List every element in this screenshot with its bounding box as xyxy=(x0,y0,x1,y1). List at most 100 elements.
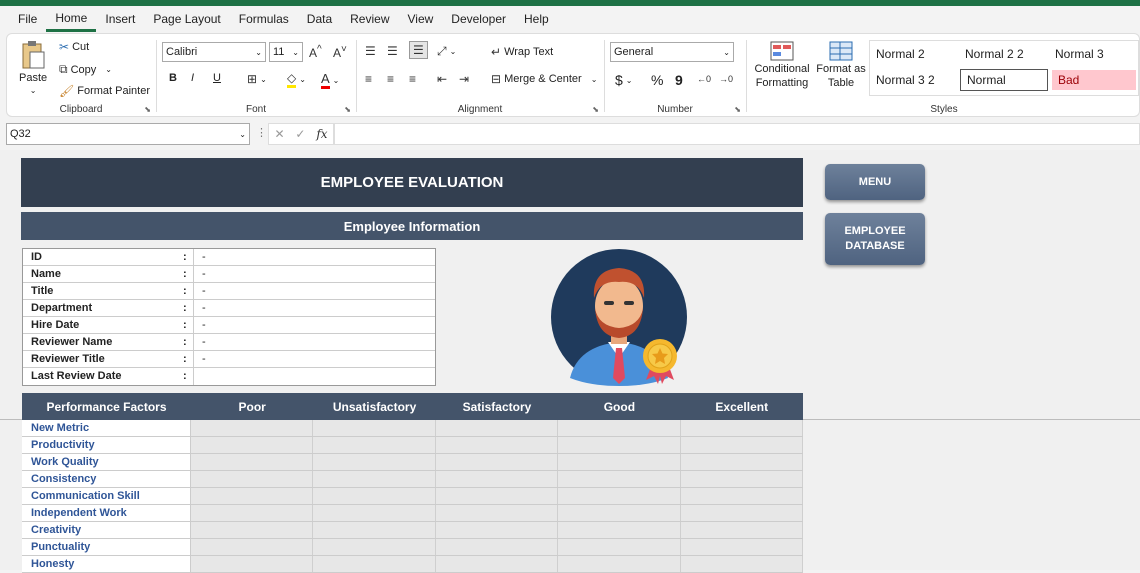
menu-review[interactable]: Review xyxy=(341,6,398,32)
font-size-select[interactable]: 11 ⌄ xyxy=(269,42,303,62)
format-as-table-button[interactable]: Format as Table xyxy=(815,40,867,90)
rating-cell[interactable] xyxy=(680,539,803,555)
rating-cell[interactable] xyxy=(313,437,436,453)
number-launcher-icon[interactable]: ⬊ xyxy=(734,105,741,114)
format-painter-button[interactable]: 🖌 Format Painter xyxy=(59,84,150,98)
increase-indent-button[interactable]: ⇥ xyxy=(459,72,469,86)
rating-cell[interactable] xyxy=(191,471,314,487)
employee-database-button[interactable]: EMPLOYEE DATABASE xyxy=(825,213,925,265)
info-value[interactable]: - xyxy=(193,283,435,299)
info-value[interactable] xyxy=(193,368,435,385)
align-center-button[interactable]: ≡ xyxy=(387,72,394,86)
function-icon[interactable]: fx xyxy=(316,127,327,141)
rating-cell[interactable] xyxy=(680,471,803,487)
info-value[interactable]: - xyxy=(193,351,435,367)
style-normal-3[interactable]: Normal 3 xyxy=(1049,43,1137,65)
menu-developer[interactable]: Developer xyxy=(442,6,515,32)
decrease-decimal-button[interactable]: →0 xyxy=(719,74,733,84)
rating-cell[interactable] xyxy=(435,488,559,504)
comma-button[interactable]: 9 xyxy=(675,72,683,88)
font-launcher-icon[interactable]: ⬊ xyxy=(344,105,351,114)
align-bottom-button[interactable]: ☰ xyxy=(409,41,428,59)
style-normal-3-2[interactable]: Normal 3 2 xyxy=(870,69,958,91)
rating-cell[interactable] xyxy=(558,420,681,436)
align-left-button[interactable]: ≡ xyxy=(365,72,372,86)
rating-cell[interactable] xyxy=(680,437,803,453)
rating-cell[interactable] xyxy=(680,488,803,504)
rating-cell[interactable] xyxy=(680,522,803,538)
rating-cell[interactable] xyxy=(558,471,681,487)
fill-color-button[interactable]: ◇ ⌄ xyxy=(287,71,306,88)
paste-button[interactable]: Paste ⌄ xyxy=(19,40,47,95)
rating-cell[interactable] xyxy=(558,437,681,453)
enter-icon[interactable]: ✓ xyxy=(295,127,305,141)
more-icon[interactable]: ⋮ xyxy=(256,126,267,139)
rating-cell[interactable] xyxy=(191,522,314,538)
rating-cell[interactable] xyxy=(558,454,681,470)
decrease-indent-button[interactable]: ⇤ xyxy=(437,72,447,86)
rating-cell[interactable] xyxy=(435,454,559,470)
rating-cell[interactable] xyxy=(558,539,681,555)
increase-decimal-button[interactable]: ←0 xyxy=(697,74,711,84)
style-normal-2-2[interactable]: Normal 2 2 xyxy=(959,43,1047,65)
orientation-button[interactable]: ⤢ ⌄ xyxy=(437,44,456,59)
style-normal-2[interactable]: Normal 2 xyxy=(870,43,958,65)
underline-button[interactable]: U xyxy=(213,72,221,84)
style-normal[interactable]: Normal xyxy=(960,69,1048,91)
menu-home[interactable]: Home xyxy=(46,6,97,32)
number-format-select[interactable]: General ⌄ xyxy=(610,42,734,62)
rating-cell[interactable] xyxy=(313,522,436,538)
rating-cell[interactable] xyxy=(313,420,436,436)
borders-button[interactable]: ⊞ ⌄ xyxy=(247,72,267,86)
rating-cell[interactable] xyxy=(435,505,559,521)
rating-cell[interactable] xyxy=(313,454,436,470)
info-value[interactable]: - xyxy=(193,300,435,316)
cut-button[interactable]: ✂ Cut xyxy=(59,40,89,54)
formula-input[interactable] xyxy=(334,123,1140,145)
rating-cell[interactable] xyxy=(191,505,314,521)
menu-view[interactable]: View xyxy=(399,6,443,32)
rating-cell[interactable] xyxy=(558,488,681,504)
merge-center-button[interactable]: ⊟ Merge & Center ⌄ xyxy=(491,72,597,86)
rating-cell[interactable] xyxy=(435,522,559,538)
menu-button[interactable]: MENU xyxy=(825,164,925,200)
align-top-button[interactable]: ☰ xyxy=(365,44,376,58)
menu-help[interactable]: Help xyxy=(515,6,558,32)
rating-cell[interactable] xyxy=(680,454,803,470)
rating-cell[interactable] xyxy=(191,420,314,436)
rating-cell[interactable] xyxy=(558,522,681,538)
font-color-button[interactable]: A ⌄ xyxy=(321,71,339,89)
alignment-launcher-icon[interactable]: ⬊ xyxy=(592,105,599,114)
info-value[interactable]: - xyxy=(193,266,435,282)
info-value[interactable]: - xyxy=(193,334,435,350)
bold-button[interactable]: B xyxy=(169,72,177,84)
conditional-formatting-button[interactable]: Conditional Formatting xyxy=(751,40,813,90)
rating-cell[interactable] xyxy=(191,437,314,453)
italic-button[interactable]: I xyxy=(191,72,194,84)
menu-data[interactable]: Data xyxy=(298,6,341,32)
info-value[interactable]: - xyxy=(193,249,435,265)
rating-cell[interactable] xyxy=(435,437,559,453)
name-box[interactable]: Q32 ⌄ xyxy=(6,123,250,145)
percent-button[interactable]: % xyxy=(651,72,663,88)
rating-cell[interactable] xyxy=(435,471,559,487)
font-family-select[interactable]: Calibri ⌄ xyxy=(162,42,266,62)
clipboard-launcher-icon[interactable]: ⬊ xyxy=(144,105,151,114)
rating-cell[interactable] xyxy=(313,488,436,504)
rating-cell[interactable] xyxy=(191,539,314,555)
copy-button[interactable]: ⧉ Copy ⌄ xyxy=(59,62,112,77)
rating-cell[interactable] xyxy=(680,505,803,521)
rating-cell[interactable] xyxy=(558,505,681,521)
rating-cell[interactable] xyxy=(313,505,436,521)
menu-insert[interactable]: Insert xyxy=(96,6,144,32)
align-right-button[interactable]: ≡ xyxy=(409,72,416,86)
menu-page-layout[interactable]: Page Layout xyxy=(144,6,229,32)
info-value[interactable]: - xyxy=(193,317,435,333)
rating-cell[interactable] xyxy=(435,420,559,436)
currency-button[interactable]: $ ⌄ xyxy=(615,72,633,88)
style-bad[interactable]: Bad xyxy=(1052,70,1136,90)
rating-cell[interactable] xyxy=(313,539,436,555)
decrease-font-button[interactable]: A˅ xyxy=(333,44,347,60)
align-middle-button[interactable]: ☰ xyxy=(387,44,398,58)
rating-cell[interactable] xyxy=(191,454,314,470)
